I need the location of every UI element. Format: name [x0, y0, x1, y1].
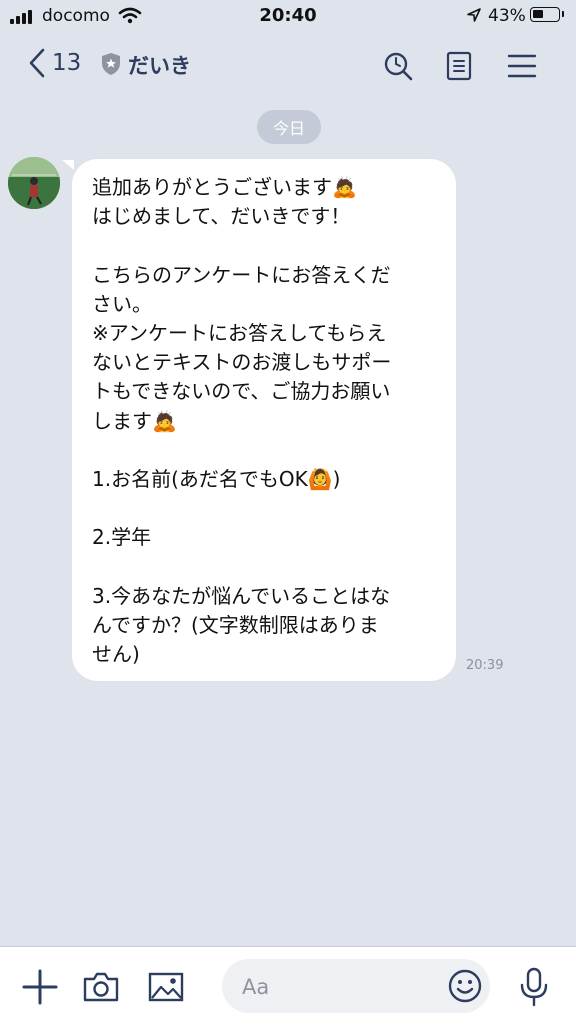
add-button[interactable]	[18, 965, 62, 1009]
emoji-button[interactable]	[444, 965, 486, 1007]
status-bar: docomo 20:40 43%	[0, 0, 576, 34]
avatar-photo	[8, 157, 60, 209]
hamburger-menu-icon	[507, 54, 537, 78]
back-button[interactable]: 13	[28, 48, 81, 78]
camera-icon	[83, 972, 119, 1002]
message-bubble[interactable]: 追加ありがとうございます🙇 はじめまして、だいきです！ こちらのアンケートにお答…	[72, 159, 456, 681]
microphone-icon	[520, 967, 548, 1007]
message-input-container	[222, 959, 490, 1013]
location-arrow-icon	[466, 7, 482, 27]
chat-title: だいき	[128, 54, 191, 78]
message-input[interactable]	[240, 971, 434, 1003]
battery-level-fill	[533, 10, 543, 18]
battery-icon	[530, 7, 560, 22]
search-button[interactable]	[380, 48, 416, 84]
notes-button[interactable]	[441, 48, 477, 84]
menu-button[interactable]	[504, 48, 540, 84]
image-icon	[148, 972, 184, 1002]
voice-button[interactable]	[512, 965, 556, 1009]
gallery-button[interactable]	[144, 965, 188, 1009]
message-timestamp: 20:39	[466, 658, 504, 673]
battery-tip	[562, 11, 564, 17]
chevron-left-icon	[29, 48, 45, 78]
camera-button[interactable]	[79, 965, 123, 1009]
battery-percent: 43%	[488, 6, 526, 26]
message-input-bar	[0, 946, 576, 1025]
smiley-icon	[448, 969, 482, 1003]
search-icon	[384, 52, 413, 81]
notes-icon	[446, 51, 472, 81]
plus-icon	[22, 969, 58, 1005]
sender-avatar[interactable]	[8, 157, 60, 209]
bubble-tail	[62, 160, 74, 170]
unread-count: 13	[52, 50, 82, 76]
date-separator: 今日	[257, 110, 321, 144]
message-text: 追加ありがとうございます🙇 はじめまして、だいきです！ こちらのアンケートにお答…	[92, 175, 392, 667]
chat-header: 13 だいき	[0, 34, 576, 98]
verified-shield-icon	[100, 52, 122, 80]
